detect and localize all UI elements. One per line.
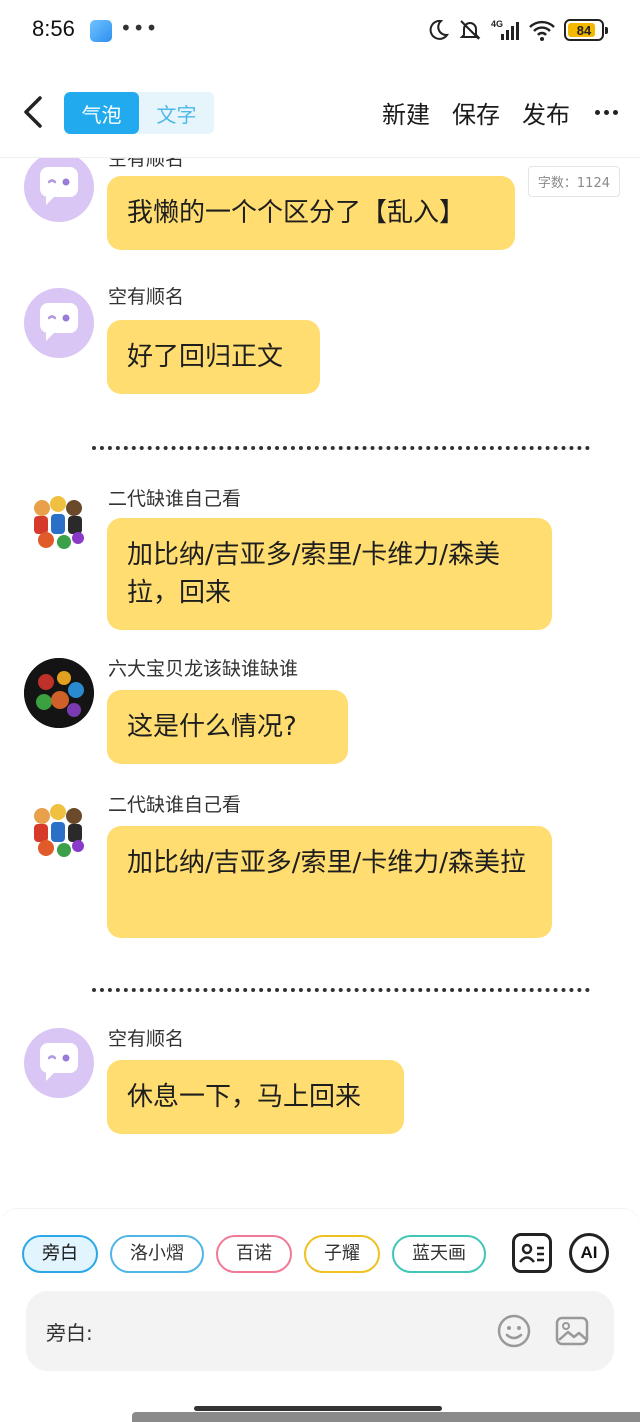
publish-button[interactable]: 发布 [522, 95, 570, 130]
scene-divider [92, 988, 590, 992]
role-manager-icon[interactable] [512, 1233, 552, 1273]
role-chip-narrator[interactable]: 旁白 [22, 1235, 98, 1273]
group-avatar[interactable] [24, 486, 94, 556]
message-bubble[interactable]: 好了回归正文 [107, 320, 320, 394]
image-icon[interactable] [554, 1313, 590, 1349]
sender-name: 空有顺名 [108, 286, 185, 308]
role-chip[interactable]: 百诺 [216, 1235, 292, 1273]
group-avatar[interactable] [24, 794, 94, 864]
system-nav-bar [0, 1398, 640, 1422]
moon-icon [429, 19, 450, 40]
dark-group-avatar[interactable] [24, 658, 94, 728]
input-panel: 旁白 洛小熠 百诺 子耀 蓝天画 AI 旁白: [0, 1208, 640, 1398]
sender-name: 二代缺谁自己看 [108, 794, 242, 816]
word-count-badge: 字数：1124 [527, 166, 620, 197]
emoji-icon[interactable] [496, 1313, 532, 1349]
back-arrow-icon[interactable] [20, 94, 46, 130]
scene-divider [92, 446, 590, 450]
input-role-label: 旁白: [46, 1321, 93, 1345]
more-notifications-icon: ••• [120, 16, 159, 40]
battery-icon: 84 [564, 19, 608, 41]
new-button[interactable]: 新建 [382, 95, 430, 130]
status-bar: 8:56 ••• 4G 84 [0, 0, 640, 64]
message-bubble[interactable]: 加比纳/吉亚多/索里/卡维力/森美拉 [107, 826, 552, 938]
gesture-bar [132, 1412, 640, 1422]
role-selector: 旁白 洛小熠 百诺 子耀 蓝天画 [22, 1235, 494, 1275]
sender-name: 空有顺名 [108, 1028, 185, 1050]
ai-assistant-icon[interactable]: AI [569, 1233, 609, 1273]
home-indicator[interactable] [194, 1406, 442, 1411]
tab-text[interactable]: 文字 [139, 92, 214, 134]
ghost-avatar[interactable] [24, 288, 94, 358]
signal-icon: 4G [491, 19, 519, 40]
message-bubble[interactable]: 这是什么情况? [107, 690, 348, 764]
mode-switch: 气泡 文字 [64, 92, 214, 134]
tab-bubble[interactable]: 气泡 [64, 92, 139, 134]
role-chip[interactable]: 子耀 [304, 1235, 380, 1273]
weather-app-icon [90, 20, 112, 42]
chat-area[interactable]: 空有顺名 我懒的一个个区分了【乱入】 字数：1124 空有顺名 好了回归正文 二… [0, 158, 640, 1208]
message-bubble[interactable]: 我懒的一个个区分了【乱入】 [107, 176, 515, 250]
status-time: 8:56 [32, 16, 75, 41]
sender-name: 六大宝贝龙该缺谁缺谁 [108, 658, 299, 680]
svg-text:4G: 4G [491, 19, 503, 29]
wifi-icon [529, 20, 555, 41]
role-chip[interactable]: 洛小熠 [110, 1235, 204, 1273]
message-bubble[interactable]: 加比纳/吉亚多/索里/卡维力/森美拉，回来 [107, 518, 552, 630]
message-input[interactable]: 旁白: [26, 1291, 614, 1371]
sender-name: 二代缺谁自己看 [108, 488, 242, 510]
role-chip[interactable]: 蓝天画 [392, 1235, 486, 1273]
sender-name: 空有顺名 [108, 158, 185, 170]
mute-bell-icon [459, 20, 481, 40]
more-options-icon[interactable] [592, 94, 620, 130]
battery-level: 84 [576, 22, 592, 38]
message-bubble[interactable]: 休息一下，马上回来 [107, 1060, 404, 1134]
editor-header: 气泡 文字 新建 保存 发布 [0, 64, 640, 158]
ghost-avatar[interactable] [24, 1028, 94, 1098]
save-button[interactable]: 保存 [452, 95, 500, 130]
ghost-avatar[interactable] [24, 158, 94, 222]
